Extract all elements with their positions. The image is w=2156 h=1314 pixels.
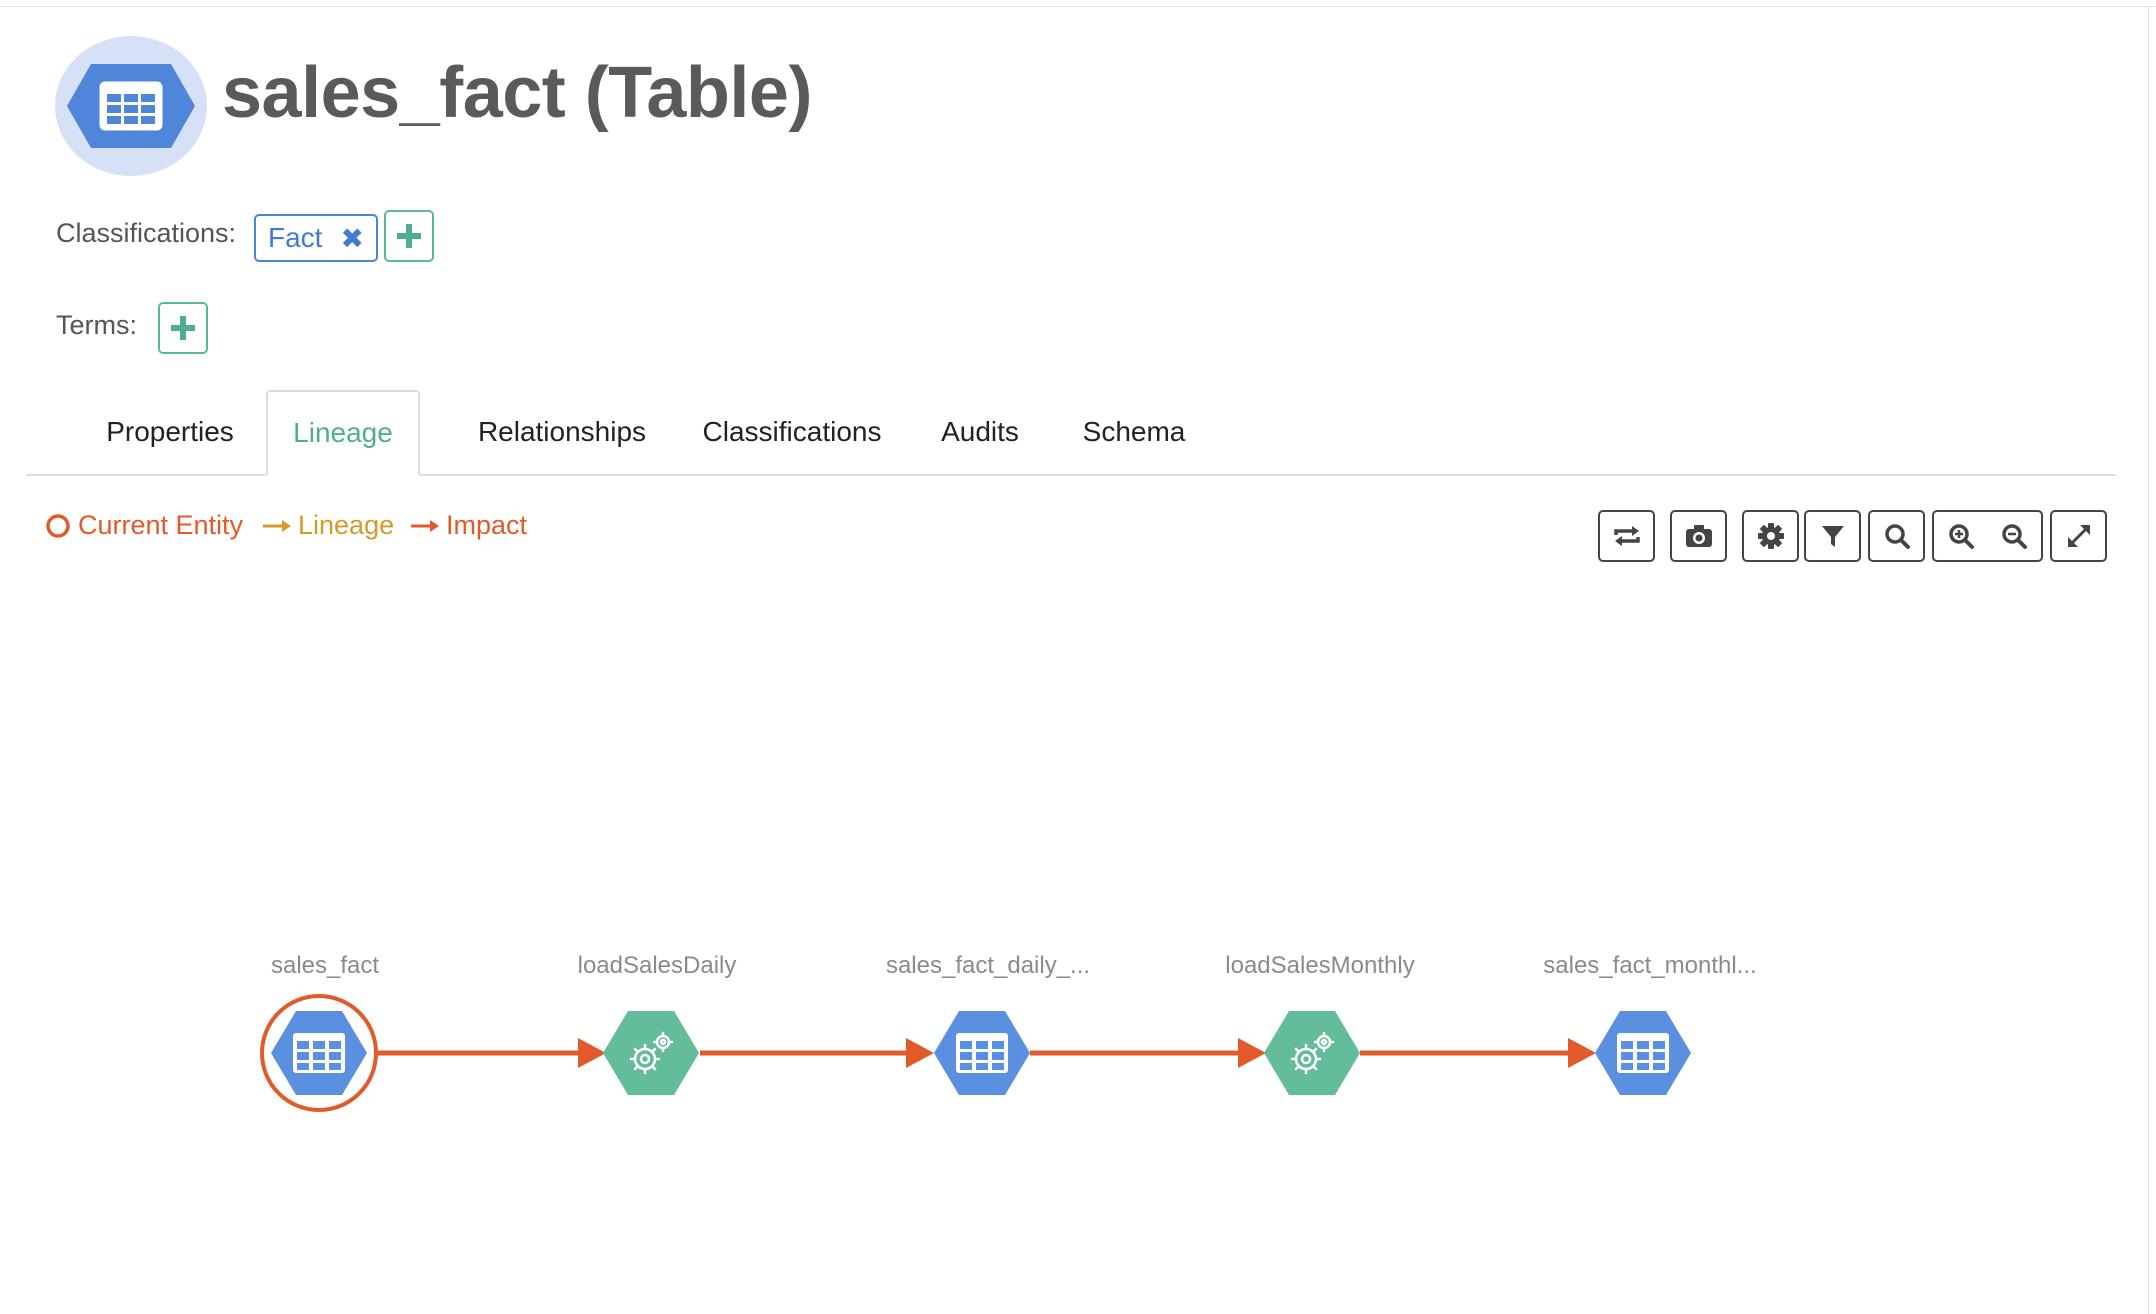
node-label[interactable]: loadSalesMonthly <box>1225 952 1414 980</box>
lineage-graph <box>260 994 1691 1112</box>
edge-arrowhead <box>1238 1038 1266 1068</box>
edge-arrowhead <box>906 1038 934 1068</box>
lineage-node-load-sales-daily[interactable] <box>603 1011 699 1095</box>
lineage-node-sales-fact-monthly[interactable] <box>1595 1011 1691 1095</box>
table-icon <box>1617 1033 1669 1073</box>
lineage-node-load-sales-monthly[interactable] <box>1264 1011 1360 1095</box>
lineage-node-sales-fact[interactable] <box>260 994 378 1112</box>
edge-arrowhead <box>578 1038 606 1068</box>
table-icon <box>956 1033 1008 1073</box>
node-label[interactable]: sales_fact <box>271 952 379 980</box>
node-label[interactable]: sales_fact_monthl... <box>1543 952 1756 980</box>
node-label[interactable]: sales_fact_daily_... <box>886 952 1090 980</box>
edge-arrowhead <box>1568 1038 1596 1068</box>
lineage-node-sales-fact-daily[interactable] <box>934 1011 1030 1095</box>
node-label[interactable]: loadSalesDaily <box>578 952 737 980</box>
table-icon <box>293 1033 345 1073</box>
